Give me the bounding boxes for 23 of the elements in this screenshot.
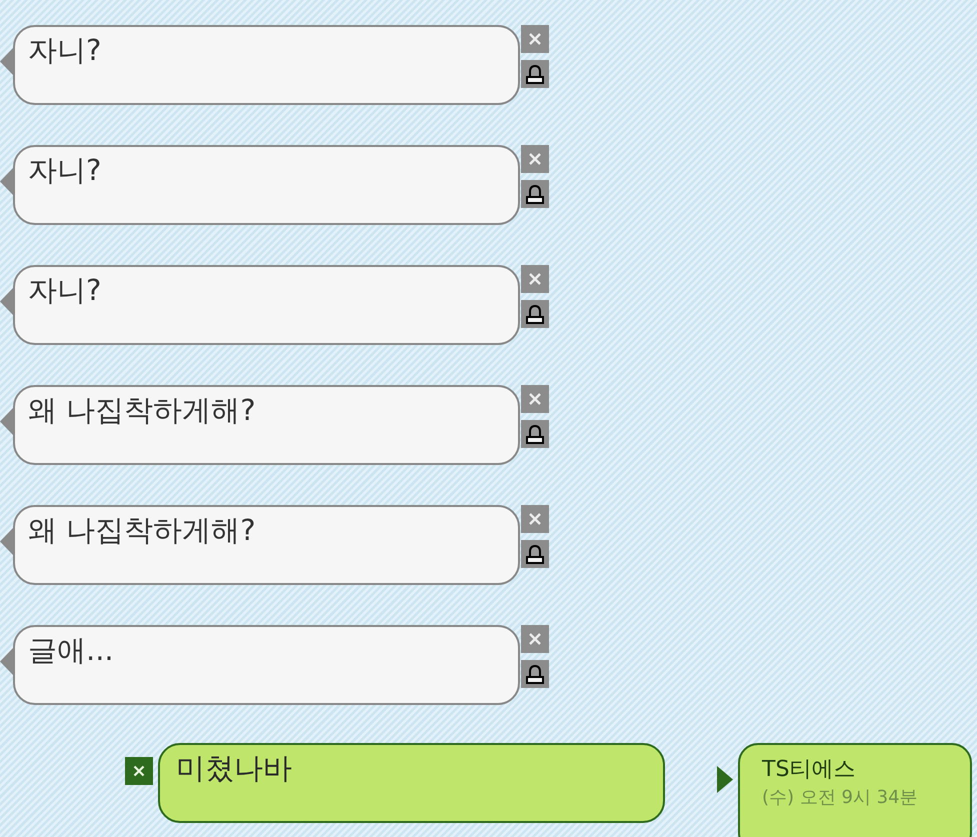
close-icon[interactable] — [521, 505, 549, 533]
close-icon[interactable] — [521, 145, 549, 173]
stamp-icon[interactable] — [521, 180, 549, 208]
stamp-icon[interactable] — [521, 60, 549, 88]
stamp-icon[interactable] — [521, 420, 549, 448]
stamp-icon[interactable] — [521, 540, 549, 568]
stamp-icon[interactable] — [521, 300, 549, 328]
message-text: 왜 나집착하게해? — [28, 513, 256, 547]
message-text: 미쳤나바 — [176, 751, 292, 785]
close-icon[interactable] — [521, 265, 549, 293]
message-time: (수) 오전 9시 34분 — [762, 787, 918, 809]
message-text: 자니? — [28, 273, 102, 307]
sender-name: TS티에스 — [762, 757, 856, 784]
message-text: 자니? — [28, 153, 102, 187]
close-icon[interactable] — [521, 25, 549, 53]
close-icon[interactable] — [521, 385, 549, 413]
message-text: 글애... — [28, 633, 114, 667]
close-icon[interactable] — [125, 757, 153, 785]
stamp-icon[interactable] — [521, 660, 549, 688]
triangle-pointer-icon — [717, 766, 733, 793]
message-text: 자니? — [28, 33, 102, 67]
close-icon[interactable] — [521, 625, 549, 653]
message-text: 왜 나집착하게해? — [28, 393, 256, 427]
